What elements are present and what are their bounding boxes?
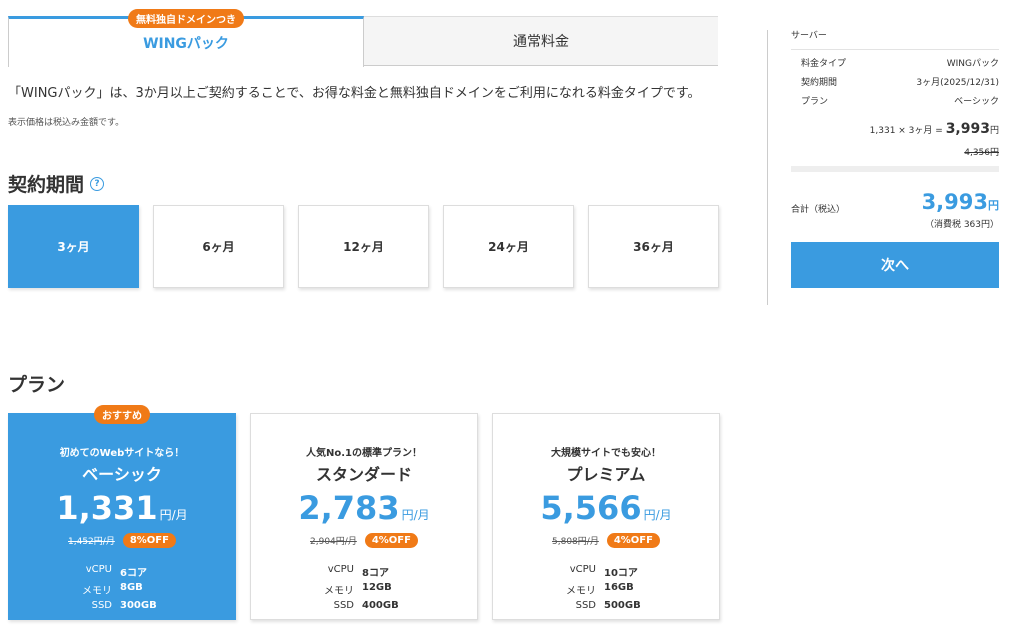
spec-label: SSD <box>575 600 596 611</box>
price-value: 5,566 <box>540 489 642 527</box>
plan-name: ベーシック <box>82 465 162 484</box>
spec-ssd: 500GB <box>604 600 641 611</box>
old-price: 5,808円/月 <box>552 537 599 547</box>
tab-label: WINGパック <box>143 36 229 52</box>
tab-regular-price[interactable]: 通常料金 <box>364 16 718 65</box>
calc-yen: 円 <box>989 126 999 136</box>
plan-tagline: 初めてのWebサイトなら！ <box>59 448 185 459</box>
plan-specs: vCPU 8コア メモリ 12GB SSD 400GB <box>251 564 477 611</box>
plan-discount: 1,452円/月 8%OFF <box>9 533 235 548</box>
plan-specs: vCPU 6コア メモリ 8GB SSD 300GB <box>9 564 235 611</box>
plan-card-standard[interactable]: 人気No.1の標準プラン！ スタンダード 2,783 円/月 2,904円/月 … <box>250 413 478 620</box>
summary-value: WINGパック <box>946 59 999 69</box>
plan-discount: 2,904円/月 4%OFF <box>251 533 477 548</box>
off-badge: 4%OFF <box>364 533 418 548</box>
summary-label: 契約期間 <box>801 78 838 88</box>
plan-price: 5,566 円/月 <box>493 489 719 527</box>
calc-formula: 1,331 × 3ヶ月 = <box>869 126 946 136</box>
calc-total: 3,993 <box>945 121 990 137</box>
spec-label: メモリ <box>324 586 354 597</box>
price-value: 2,783 <box>298 489 400 527</box>
period-section-title: 契約期間 ? <box>8 170 105 197</box>
summary-label: プラン <box>801 97 829 107</box>
old-price: 1,452円/月 <box>68 537 115 547</box>
price-value: 1,331 <box>56 489 158 527</box>
spec-memory: 8GB <box>120 582 143 593</box>
free-domain-badge: 無料独自ドメインつき <box>128 9 244 28</box>
plan-specs: vCPU 10コア メモリ 16GB SSD 500GB <box>493 564 719 611</box>
spec-label: vCPU <box>85 564 112 575</box>
spec-memory: 12GB <box>362 582 392 593</box>
period-option-36m[interactable]: 36ヶ月 <box>588 205 719 288</box>
spec-label: メモリ <box>82 586 112 597</box>
price-type-tabs: 無料独自ドメインつき WINGパック 通常料金 <box>8 9 718 67</box>
summary-label: 料金タイプ <box>801 59 847 69</box>
summary-separator <box>791 166 999 172</box>
next-button[interactable]: 次へ <box>791 242 999 288</box>
tax-amount: （消費税 363円） <box>924 220 999 230</box>
spec-ssd: 400GB <box>362 600 399 611</box>
summary-value: 3ヶ月(2025/12/31) <box>916 78 999 88</box>
summary-title: サーバー <box>791 28 999 50</box>
period-options: 3ヶ月 6ヶ月 12ヶ月 24ヶ月 36ヶ月 <box>8 205 719 288</box>
old-price: 2,904円/月 <box>310 537 357 547</box>
period-option-12m[interactable]: 12ヶ月 <box>298 205 429 288</box>
tab-label: 通常料金 <box>513 34 569 50</box>
spec-ssd: 300GB <box>120 600 157 611</box>
off-badge: 4%OFF <box>606 533 660 548</box>
spec-label: SSD <box>333 600 354 611</box>
period-option-24m[interactable]: 24ヶ月 <box>443 205 574 288</box>
summary-row: 料金タイプ WINGパック <box>791 56 999 69</box>
recommended-badge: おすすめ <box>94 405 150 424</box>
spec-vcpu: 10コア <box>604 568 638 579</box>
section-heading: プラン <box>8 374 66 396</box>
plan-discount: 5,808円/月 4%OFF <box>493 533 719 548</box>
plan-price: 1,331 円/月 <box>9 489 235 527</box>
total-yen: 円 <box>988 199 999 212</box>
tax-note: 表示価格は税込み金額です。 <box>8 118 125 128</box>
spec-label: SSD <box>91 600 112 611</box>
help-icon[interactable]: ? <box>90 176 105 191</box>
plan-price: 2,783 円/月 <box>251 489 477 527</box>
total-value: 3,993 <box>921 190 988 214</box>
order-summary: サーバー 料金タイプ WINGパック 契約期間 3ヶ月(2025/12/31) … <box>791 28 999 288</box>
price-unit: 円/月 <box>401 508 430 522</box>
price-calculation: 1,331 × 3ヶ月 = 3,993円 <box>791 121 999 137</box>
spec-memory: 16GB <box>604 582 634 593</box>
wing-pack-description: 「WINGパック」は、3か月以上ご契約することで、お得な料金と無料独自ドメインを… <box>8 86 701 101</box>
plan-section-title: プラン <box>8 370 65 397</box>
plan-card-premium[interactable]: 大規模サイトでも安心！ プレミアム 5,566 円/月 5,808円/月 4%O… <box>492 413 720 620</box>
panel-divider <box>767 30 768 305</box>
total-price: 3,993円 <box>922 190 999 214</box>
plan-card-basic[interactable]: おすすめ 初めてのWebサイトなら！ ベーシック 1,331 円/月 1,452… <box>8 405 236 620</box>
price-unit: 円/月 <box>159 508 188 522</box>
summary-row: プラン ベーシック <box>791 94 999 107</box>
summary-row: 契約期間 3ヶ月(2025/12/31) <box>791 75 999 88</box>
total-label: 合計（税込） <box>791 205 846 215</box>
old-total: 4,356円 <box>964 148 999 158</box>
period-option-6m[interactable]: 6ヶ月 <box>153 205 284 288</box>
price-unit: 円/月 <box>643 508 672 522</box>
spec-vcpu: 8コア <box>362 568 389 579</box>
plan-name: スタンダード <box>315 465 412 484</box>
section-heading: 契約期間 <box>8 174 85 196</box>
total-row: 合計（税込） 3,993円 <box>791 190 999 215</box>
plan-tagline: 大規模サイトでも安心！ <box>551 448 661 459</box>
spec-label: メモリ <box>566 586 596 597</box>
plan-tagline: 人気No.1の標準プラン！ <box>306 448 422 459</box>
spec-label: vCPU <box>569 564 596 575</box>
spec-label: vCPU <box>327 564 354 575</box>
period-option-3m[interactable]: 3ヶ月 <box>8 205 139 288</box>
plan-options: おすすめ 初めてのWebサイトなら！ ベーシック 1,331 円/月 1,452… <box>8 405 720 620</box>
spec-vcpu: 6コア <box>120 568 147 579</box>
tab-wing-pack[interactable]: 無料独自ドメインつき WINGパック <box>8 9 364 67</box>
off-badge: 8%OFF <box>122 533 176 548</box>
summary-value: ベーシック <box>954 97 999 107</box>
plan-name: プレミアム <box>566 465 646 484</box>
